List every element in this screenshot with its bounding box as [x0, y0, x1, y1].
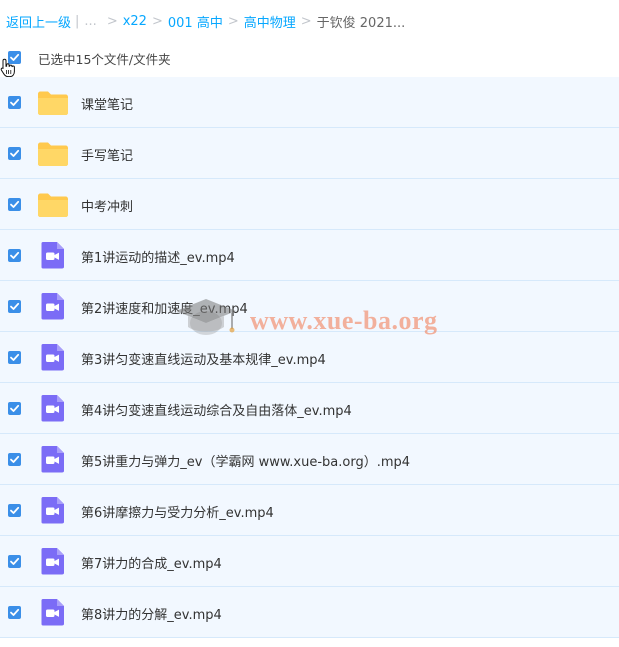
- file-name[interactable]: 中考冲刺: [81, 196, 133, 215]
- video-icon-wrap: [39, 241, 67, 273]
- breadcrumb-current: 于钦俊 2021...: [316, 15, 406, 31]
- row-checkbox[interactable]: [8, 504, 21, 517]
- folder-icon-wrap: [37, 192, 69, 222]
- check-icon: [10, 98, 20, 106]
- file-row[interactable]: 第1讲运动的描述_ev.mp4: [0, 230, 619, 281]
- video-file-icon: [41, 446, 64, 473]
- folder-icon: [38, 91, 68, 115]
- row-checkbox[interactable]: [8, 606, 21, 619]
- file-row[interactable]: 第8讲力的分解_ev.mp4: [0, 587, 619, 638]
- video-icon-wrap: [39, 394, 67, 426]
- video-icon-wrap: [39, 547, 67, 579]
- check-icon: [10, 149, 20, 157]
- video-file-icon: [41, 599, 64, 626]
- video-file-icon: [41, 395, 64, 422]
- folder-icon: [38, 193, 68, 217]
- row-checkbox[interactable]: [8, 453, 21, 466]
- file-row[interactable]: 第5讲重力与弹力_ev（学霸网 www.xue-ba.org）.mp4: [0, 434, 619, 485]
- file-name[interactable]: 第1讲运动的描述_ev.mp4: [81, 247, 235, 266]
- selection-bar: 已选中15个文件/文件夹: [0, 46, 619, 78]
- file-name[interactable]: 课堂笔记: [81, 94, 133, 113]
- check-icon: [10, 353, 20, 361]
- check-icon: [10, 608, 20, 616]
- check-icon: [10, 455, 20, 463]
- row-checkbox[interactable]: [8, 555, 21, 568]
- breadcrumb-separator: >: [106, 13, 118, 29]
- breadcrumb-back-link[interactable]: 返回上一级: [6, 12, 71, 31]
- video-file-icon: [41, 242, 64, 269]
- check-icon: [10, 251, 20, 259]
- file-name[interactable]: 第3讲匀变速直线运动及基本规律_ev.mp4: [81, 349, 326, 368]
- video-icon-wrap: [39, 445, 67, 477]
- file-name[interactable]: 第6讲摩擦力与受力分析_ev.mp4: [81, 502, 274, 521]
- video-file-icon: [41, 548, 64, 575]
- file-name[interactable]: 第2讲速度和加速度_ev.mp4: [81, 298, 248, 317]
- breadcrumb-item-physics[interactable]: 高中物理: [244, 12, 296, 31]
- video-file-icon: [41, 293, 64, 320]
- breadcrumb-separator: >: [151, 13, 163, 29]
- row-checkbox[interactable]: [8, 351, 21, 364]
- file-name[interactable]: 第8讲力的分解_ev.mp4: [81, 604, 222, 623]
- file-row[interactable]: 第3讲匀变速直线运动及基本规律_ev.mp4: [0, 332, 619, 383]
- file-name[interactable]: 第5讲重力与弹力_ev（学霸网 www.xue-ba.org）.mp4: [81, 451, 410, 470]
- folder-row[interactable]: 中考冲刺: [0, 179, 619, 230]
- folder-row[interactable]: 手写笔记: [0, 128, 619, 179]
- row-checkbox[interactable]: [8, 198, 21, 211]
- selection-status: 已选中15个文件/文件夹: [38, 52, 171, 67]
- check-icon: [10, 302, 20, 310]
- row-checkbox[interactable]: [8, 96, 21, 109]
- breadcrumb-divider: |: [75, 13, 80, 29]
- video-file-icon: [41, 344, 64, 371]
- file-row[interactable]: 第4讲匀变速直线运动综合及自由落体_ev.mp4: [0, 383, 619, 434]
- file-row[interactable]: 第6讲摩擦力与受力分析_ev.mp4: [0, 485, 619, 536]
- folder-icon: [38, 142, 68, 166]
- row-checkbox[interactable]: [8, 300, 21, 313]
- folder-icon-wrap: [37, 141, 69, 171]
- row-checkbox[interactable]: [8, 402, 21, 415]
- video-icon-wrap: [39, 343, 67, 375]
- check-icon: [10, 506, 20, 514]
- breadcrumb-item-gaozhong[interactable]: 001 高中: [168, 12, 223, 31]
- video-icon-wrap: [39, 496, 67, 528]
- file-row[interactable]: 第2讲速度和加速度_ev.mp4: [0, 281, 619, 332]
- breadcrumb-separator: >: [227, 13, 239, 29]
- breadcrumb: 返回上一级 | ... > x22 > 001 高中 > 高中物理 > 于钦俊 …: [6, 11, 405, 31]
- file-name[interactable]: 第7讲力的合成_ev.mp4: [81, 553, 222, 572]
- video-icon-wrap: [39, 598, 67, 630]
- hand-cursor-icon: [0, 58, 15, 78]
- breadcrumb-separator: >: [300, 13, 312, 29]
- folder-row[interactable]: 课堂笔记: [0, 77, 619, 128]
- row-checkbox[interactable]: [8, 249, 21, 262]
- row-checkbox[interactable]: [8, 147, 21, 160]
- folder-icon-wrap: [37, 90, 69, 120]
- breadcrumb-ellipsis[interactable]: ...: [84, 14, 96, 29]
- check-icon: [10, 200, 20, 208]
- file-name[interactable]: 手写笔记: [81, 145, 133, 164]
- video-icon-wrap: [39, 292, 67, 324]
- file-name[interactable]: 第4讲匀变速直线运动综合及自由落体_ev.mp4: [81, 400, 352, 419]
- check-icon: [10, 404, 20, 412]
- file-row[interactable]: 第7讲力的合成_ev.mp4: [0, 536, 619, 587]
- file-list: 课堂笔记手写笔记中考冲刺第1讲运动的描述_ev.mp4 第2讲速度和加速度_ev.…: [0, 77, 619, 638]
- video-file-icon: [41, 497, 64, 524]
- check-icon: [10, 557, 20, 565]
- breadcrumb-item-x22[interactable]: x22: [123, 14, 147, 29]
- file-browser: 返回上一级 | ... > x22 > 001 高中 > 高中物理 > 于钦俊 …: [0, 0, 619, 647]
